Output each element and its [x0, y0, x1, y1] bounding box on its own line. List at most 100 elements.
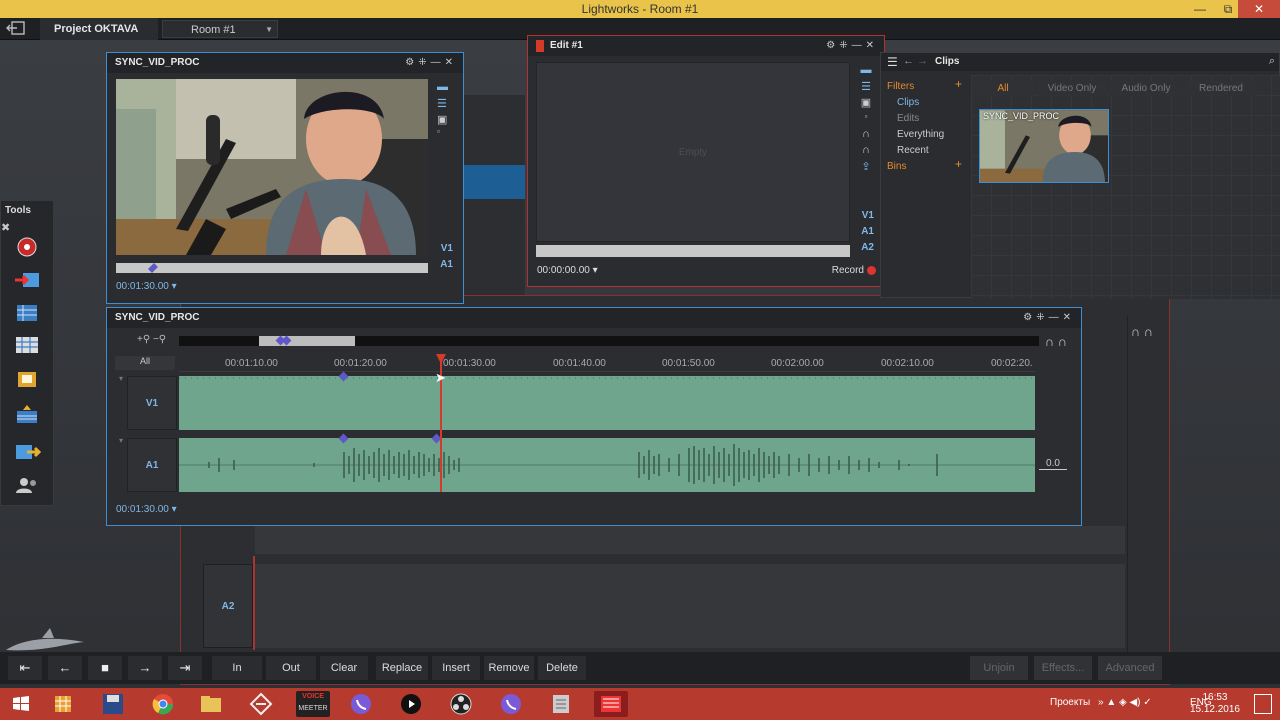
export-tool-icon[interactable] — [13, 439, 42, 463]
tab-audio-only[interactable]: Audio Only — [1109, 81, 1183, 97]
advanced-button[interactable]: Advanced — [1098, 656, 1162, 680]
window-icon[interactable]: ▣ — [858, 96, 874, 109]
room-selector[interactable]: Room #1 ▼ — [162, 20, 278, 38]
go-to-end-button[interactable]: ⇥ — [168, 656, 202, 680]
overview-selection[interactable] — [259, 335, 355, 346]
filters-label[interactable]: Filters — [887, 81, 914, 92]
minimize-button[interactable]: — — [1187, 0, 1213, 18]
track-label-a1[interactable]: A1 — [440, 259, 453, 270]
track-header-a1[interactable]: A1 — [127, 438, 177, 492]
tab-video-only[interactable]: Video Only — [1037, 81, 1107, 97]
track-label-a2[interactable]: A2 — [861, 242, 874, 253]
forward-button[interactable]: → — [128, 656, 162, 680]
source-timecode[interactable]: 00:01:30.00 ▾ — [116, 281, 177, 292]
headphones-icon[interactable]: ∩ — [858, 144, 874, 156]
timeline-timecode[interactable]: 00:01:30.00 ▾ — [116, 504, 177, 515]
remove-button[interactable]: Remove — [484, 656, 534, 680]
chrome-icon[interactable] — [146, 691, 180, 717]
viber-icon[interactable] — [494, 691, 528, 717]
sequence-tool-icon[interactable] — [13, 403, 41, 427]
track-header-v1[interactable]: V1 — [127, 376, 177, 430]
filter-item-edits[interactable]: Edits — [897, 113, 919, 124]
timeline-scroll-area[interactable] — [1127, 316, 1165, 676]
lightworks-icon[interactable] — [244, 691, 278, 717]
track-lane-v1[interactable] — [179, 376, 1035, 430]
track-label-a1[interactable]: A1 — [861, 226, 874, 237]
folder-icon[interactable]: ▬ — [858, 64, 874, 76]
viber-icon[interactable] — [344, 691, 378, 717]
track-lane-a1[interactable] — [179, 438, 1035, 492]
import-tool-icon[interactable] — [13, 269, 41, 293]
floppy-icon[interactable] — [96, 691, 130, 717]
collapse-icon[interactable]: ▾ — [119, 436, 123, 445]
overview-marker[interactable] — [281, 335, 292, 346]
resize-icon[interactable]: ▫ — [858, 112, 874, 124]
record-button[interactable] — [867, 266, 876, 275]
zoom-icon[interactable]: +⚲ −⚲ — [137, 334, 166, 345]
filter-item-recent[interactable]: Recent — [897, 145, 929, 156]
track-label-v1[interactable]: V1 — [441, 243, 453, 254]
log-tool-icon[interactable] — [13, 301, 41, 325]
pin-icon[interactable]: ✖ — [1, 222, 10, 234]
source-scrub-bar[interactable] — [116, 263, 428, 273]
menu-icon[interactable]: ☰ — [858, 80, 874, 93]
folder-icon[interactable]: ▬ — [437, 81, 451, 93]
tray-icons[interactable]: » ▲ ◈ ◀) ✓ — [1098, 697, 1152, 708]
in-button[interactable]: In — [212, 656, 262, 680]
back-arrow-icon[interactable]: ← — [903, 55, 914, 67]
media-player-icon[interactable] — [394, 691, 428, 717]
apps-grid-icon[interactable] — [46, 691, 80, 717]
delete-button[interactable]: Delete — [538, 656, 586, 680]
audio-headphones-icon[interactable]: ∩ ∩ — [1131, 324, 1153, 339]
video-frame[interactable] — [116, 79, 428, 255]
go-to-start-button[interactable]: ⇤ — [8, 656, 42, 680]
out-button[interactable]: Out — [266, 656, 316, 680]
search-icon[interactable]: ⌕ — [1269, 55, 1275, 68]
clear-button[interactable]: Clear — [320, 656, 368, 680]
windows-start-icon[interactable] — [4, 691, 38, 717]
effects-button[interactable]: Effects... — [1034, 656, 1092, 680]
panel-controls[interactable]: ⚙⁜—✕ — [826, 36, 878, 56]
filter-item-everything[interactable]: Everything — [897, 129, 944, 140]
exit-icon[interactable] — [6, 21, 28, 37]
notes-icon[interactable] — [544, 691, 578, 717]
resize-icon[interactable]: ▫ — [437, 127, 451, 139]
clip-thumbnail[interactable]: SYNC_VID_PROC — [979, 109, 1109, 183]
users-tool-icon[interactable] — [13, 473, 41, 497]
tab-all[interactable]: All — [973, 81, 1033, 97]
track-label-v1[interactable]: V1 — [862, 210, 874, 221]
table-tool-icon[interactable] — [13, 333, 41, 357]
record-tool-icon[interactable] — [13, 235, 41, 259]
voicemeeter-icon[interactable]: VOICE MEETER — [296, 691, 330, 717]
close-button[interactable]: ✕ — [1238, 0, 1280, 18]
collapse-icon[interactable]: ▾ — [119, 374, 123, 383]
menu-icon[interactable]: ☰ — [437, 97, 451, 110]
replace-button[interactable]: Replace — [376, 656, 428, 680]
panel-controls[interactable]: ⚙⁜—✕ — [1023, 308, 1075, 328]
unjoin-button[interactable]: Unjoin — [970, 656, 1028, 680]
edit-frame[interactable]: Empty — [536, 62, 850, 242]
back-button[interactable]: ← — [48, 656, 82, 680]
taskbar-clock[interactable]: 16:53 15.12.2016 — [1190, 692, 1240, 716]
edit-timecode[interactable]: 00:00:00.00 ▾ — [537, 265, 598, 276]
add-bin-icon[interactable]: + — [955, 157, 962, 171]
timeline-ruler[interactable]: 00:01:10.00 00:01:20.00 00:01:30.00 00:0… — [179, 354, 1035, 372]
bin-tool-icon[interactable] — [13, 367, 41, 391]
insert-button[interactable]: Insert — [432, 656, 480, 680]
forward-arrow-icon[interactable]: → — [917, 55, 928, 67]
headphones-icon[interactable]: ∩ ∩ — [1045, 334, 1067, 349]
file-explorer-icon[interactable] — [194, 691, 228, 717]
panel-controls[interactable]: ⚙⁜—✕ — [405, 53, 457, 73]
edit-scrub-bar[interactable] — [536, 245, 850, 257]
menu-icon[interactable]: ☰ — [887, 55, 898, 69]
notification-icon[interactable] — [1254, 694, 1272, 714]
headphones-icon[interactable]: ∩ — [858, 128, 874, 140]
tray-label[interactable]: Проекты — [1050, 697, 1090, 708]
stop-button[interactable]: ■ — [88, 656, 122, 680]
audio-gain-value[interactable]: 0.0 — [1039, 458, 1067, 470]
scrub-marker[interactable] — [148, 263, 158, 273]
upload-icon[interactable]: ⇪ — [858, 160, 874, 173]
all-tracks-button[interactable]: All — [115, 356, 175, 370]
filter-item-clips[interactable]: Clips — [897, 97, 919, 108]
bins-label[interactable]: Bins — [887, 161, 906, 172]
